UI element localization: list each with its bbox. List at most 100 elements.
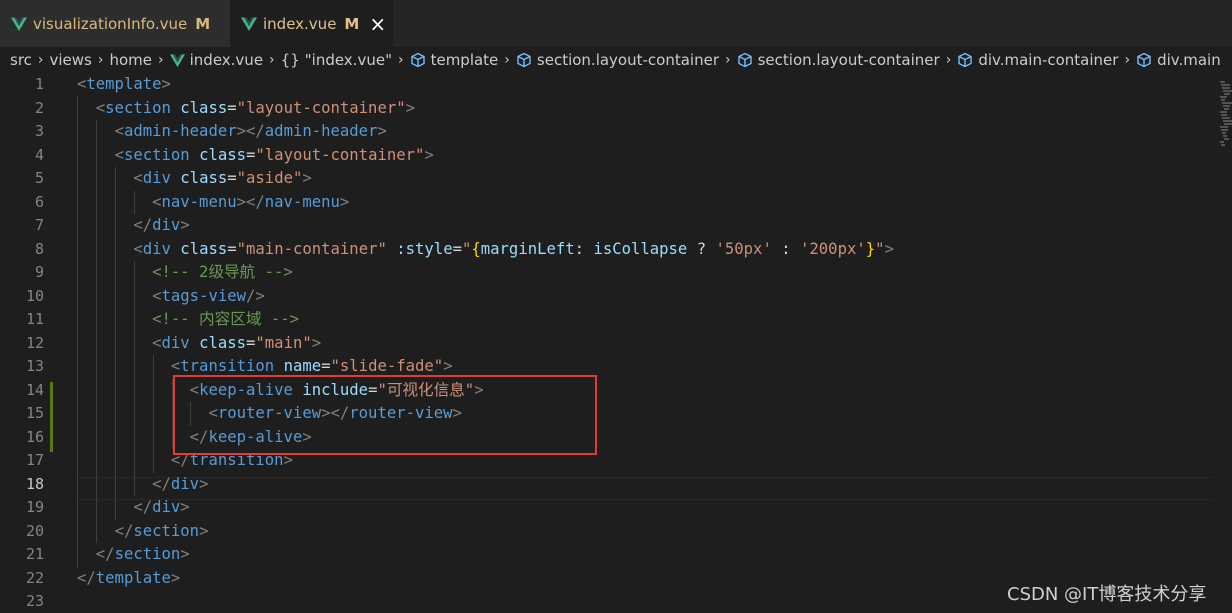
chevron-right-icon: ›	[269, 52, 275, 68]
minimap-line	[1222, 132, 1226, 134]
code-token: template	[95, 568, 171, 587]
code-token: "layout-container"	[236, 98, 406, 117]
code-token: "main"	[255, 333, 312, 352]
code-token: class	[199, 333, 247, 352]
line-number: 5	[34, 169, 44, 187]
code-token: <	[95, 98, 106, 117]
minimap[interactable]	[1218, 73, 1232, 313]
code-line: <section class="layout-container">	[77, 97, 415, 121]
line-number: 15	[25, 404, 44, 422]
code-line: <nav-menu></nav-menu>	[77, 191, 349, 215]
breadcrumb-item[interactable]: section.layout-container	[516, 51, 719, 69]
code-token: >	[180, 498, 190, 516]
code-token: />	[246, 286, 265, 305]
line-number: 1	[34, 75, 44, 93]
indent-guide	[114, 167, 116, 520]
chevron-right-icon: ›	[504, 52, 510, 68]
cube-icon	[410, 52, 425, 68]
breadcrumb-item[interactable]: home	[109, 51, 152, 69]
minimap-line	[1221, 84, 1230, 86]
indent-guide	[95, 120, 97, 543]
breadcrumb-item[interactable]: src	[10, 51, 32, 69]
code-token: ></	[236, 192, 265, 211]
cube-icon	[958, 52, 973, 68]
code-line: </template>	[77, 567, 180, 591]
chevron-right-icon: ›	[97, 52, 104, 68]
breadcrumb-item[interactable]: section.layout-container	[737, 51, 940, 69]
code-line: <tags-view/>	[77, 285, 265, 309]
code-area[interactable]: <template> <section class="layout-contai…	[77, 73, 1212, 613]
tab-label: visualizationInfo.vue	[33, 14, 188, 33]
code-token: "layout-container"	[255, 145, 425, 164]
line-number: 21	[25, 545, 44, 563]
code-line: </div>	[77, 496, 190, 520]
code-editor[interactable]: 1 2 3 4 5 6 7 8 9 10 11 12 13 14 15 16 17 18 19 20 21 22 23 <t…	[0, 73, 1232, 613]
code-token: </	[114, 521, 134, 540]
line-number: 16	[25, 427, 44, 446]
breadcrumb-item[interactable]: views	[50, 51, 92, 69]
code-token: >	[161, 75, 171, 93]
code-line: <div class="main-container" :style="{mar…	[77, 238, 894, 262]
code-token: div	[170, 474, 200, 493]
code-token: =	[227, 169, 237, 187]
minimap-line	[1222, 102, 1232, 104]
code-token: </	[77, 568, 96, 587]
code-token: >	[170, 568, 181, 587]
minimap-line	[1221, 144, 1225, 146]
code-token: class	[180, 98, 228, 117]
code-token: transition	[180, 357, 275, 375]
line-number-gutter: 1 2 3 4 5 6 7 8 9 10 11 12 13 14 15 16 17 18 19 20 21 22 23	[0, 73, 60, 613]
code-token: <	[152, 286, 162, 305]
minimap-line	[1220, 81, 1225, 83]
breadcrumb-item[interactable]: {} "index.vue"	[281, 51, 392, 69]
breadcrumb-item[interactable]: index.vue	[169, 51, 263, 69]
code-line: <template>	[77, 73, 171, 97]
code-token: '50px'	[715, 239, 772, 258]
editor-tab-bar: visualizationInfo.vue M index.vue M ×	[0, 0, 1232, 47]
code-token: div	[142, 169, 171, 187]
code-token: <	[133, 169, 143, 187]
code-token: =	[227, 239, 237, 258]
minimap-line	[1222, 117, 1230, 119]
close-icon[interactable]: ×	[369, 14, 386, 34]
code-token: >	[884, 239, 894, 258]
code-token: >	[199, 474, 209, 493]
code-token: =	[246, 145, 256, 164]
code-line: <admin-header></admin-header>	[77, 120, 387, 144]
code-token: <	[114, 145, 124, 164]
line-number: 20	[25, 521, 44, 540]
code-token: div	[152, 498, 181, 516]
code-token: :	[574, 239, 594, 258]
code-token: >	[339, 192, 350, 211]
code-token: div	[152, 216, 181, 234]
breadcrumb-item[interactable]: template	[410, 51, 498, 69]
minimap-line	[1221, 129, 1228, 131]
tab-visualizationinfo-vue[interactable]: visualizationInfo.vue M	[0, 0, 230, 47]
tab-index-vue[interactable]: index.vue M ×	[230, 0, 393, 47]
minimap-line	[1222, 87, 1230, 89]
breadcrumb-item[interactable]: div.main-container	[957, 51, 1118, 69]
line-number: 19	[25, 498, 44, 516]
code-token: section	[123, 145, 190, 164]
code-token: class	[199, 145, 247, 164]
code-token: ></	[236, 122, 265, 140]
minimap-line	[1223, 105, 1230, 107]
breadcrumb-label: src	[10, 51, 32, 69]
line-number: 17	[25, 451, 44, 469]
code-token: >	[443, 357, 453, 375]
chevron-right-icon: ›	[1124, 52, 1131, 68]
minimap-line	[1221, 114, 1227, 116]
breadcrumb-item[interactable]: div.main	[1136, 51, 1221, 69]
line-number: 10	[25, 286, 44, 305]
line-number: 11	[25, 310, 44, 328]
code-token: "main-container"	[236, 239, 387, 258]
chevron-right-icon: ›	[37, 52, 44, 68]
breadcrumb-label: div.main-container	[978, 51, 1119, 69]
